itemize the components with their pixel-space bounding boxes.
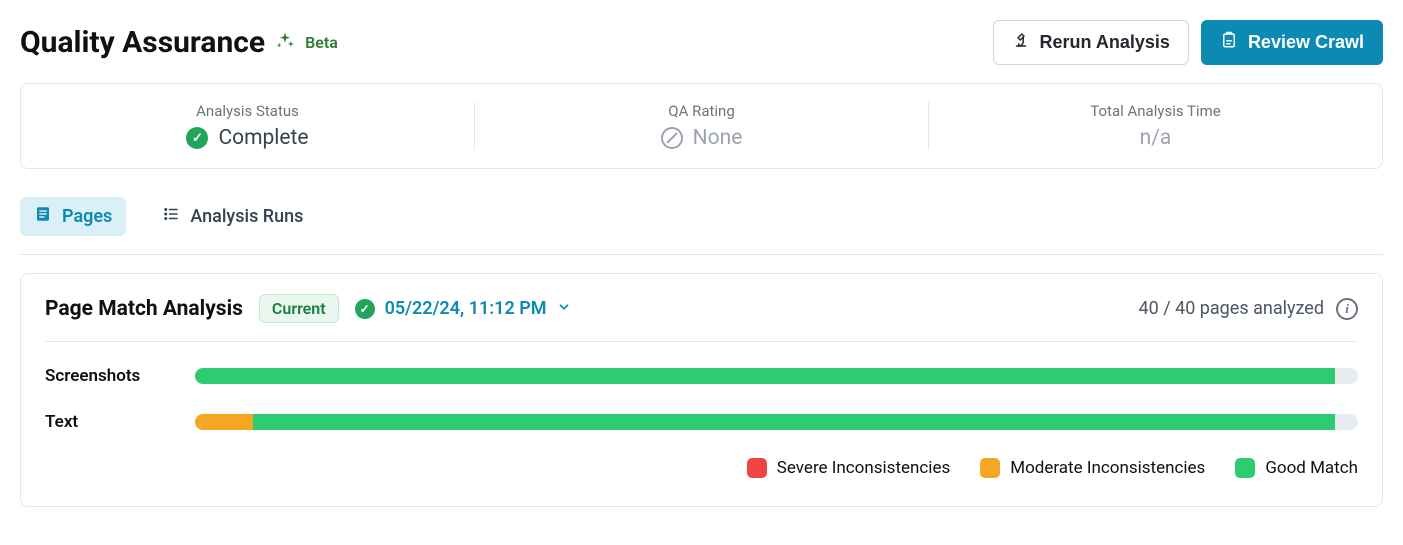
- timestamp-selector[interactable]: ✓ 05/22/24, 11:12 PM: [355, 298, 571, 319]
- none-icon: [661, 127, 683, 149]
- stat-value: n/a: [1140, 126, 1172, 150]
- pages-analyzed-text: 40 / 40 pages analyzed: [1139, 298, 1325, 319]
- rerun-analysis-label: Rerun Analysis: [1040, 32, 1170, 53]
- microscope-icon: [1012, 31, 1030, 54]
- stat-label: Analysis Status: [196, 102, 299, 120]
- check-circle-icon: ✓: [355, 299, 375, 319]
- stat-value: None: [693, 126, 743, 150]
- page-header: Quality Assurance Beta Rerun Analysis Re…: [20, 20, 1383, 65]
- stats-card: Analysis Status ✓ Complete QA Rating Non…: [20, 83, 1383, 169]
- analysis-title: Page Match Analysis: [45, 297, 243, 321]
- analysis-header: Page Match Analysis Current ✓ 05/22/24, …: [45, 294, 1358, 342]
- beta-badge: Beta: [305, 33, 338, 52]
- review-crawl-label: Review Crawl: [1248, 32, 1364, 53]
- bar-label: Text: [45, 412, 175, 432]
- divider: [20, 254, 1383, 255]
- pages-icon: [34, 205, 52, 228]
- bar-track: [195, 368, 1358, 384]
- stat-total-time: Total Analysis Time n/a: [928, 102, 1382, 150]
- timestamp: 05/22/24, 11:12 PM: [385, 298, 547, 319]
- review-crawl-button[interactable]: Review Crawl: [1201, 20, 1383, 65]
- stat-qa-rating: QA Rating None: [474, 102, 928, 150]
- legend-item-good: Good Match: [1235, 458, 1358, 478]
- legend-label: Moderate Inconsistencies: [1010, 458, 1205, 478]
- bar-label: Screenshots: [45, 366, 175, 386]
- pages-analyzed: 40 / 40 pages analyzed i: [1139, 298, 1359, 320]
- bar-row-screenshots: Screenshots: [45, 366, 1358, 386]
- title-group: Quality Assurance Beta: [20, 25, 338, 60]
- tab-analysis-runs[interactable]: Analysis Runs: [148, 197, 317, 236]
- tab-label: Pages: [62, 206, 112, 227]
- stat-analysis-status: Analysis Status ✓ Complete: [21, 102, 474, 150]
- list-icon: [162, 205, 180, 228]
- bar-row-text: Text: [45, 412, 1358, 432]
- current-badge: Current: [259, 294, 339, 323]
- tab-label: Analysis Runs: [190, 206, 303, 227]
- tab-pages[interactable]: Pages: [20, 197, 126, 236]
- chevron-down-icon: [557, 300, 571, 317]
- legend-item-severe: Severe Inconsistencies: [747, 458, 950, 478]
- analysis-card: Page Match Analysis Current ✓ 05/22/24, …: [20, 273, 1383, 507]
- bar-seg-good: [195, 368, 1335, 384]
- legend-item-moderate: Moderate Inconsistencies: [980, 458, 1205, 478]
- actions-group: Rerun Analysis Review Crawl: [993, 20, 1383, 65]
- swatch-moderate: [980, 458, 1000, 478]
- stat-label: Total Analysis Time: [1090, 102, 1220, 120]
- sparkle-icon: [275, 31, 295, 55]
- swatch-severe: [747, 458, 767, 478]
- stat-value: Complete: [218, 126, 308, 150]
- info-icon[interactable]: i: [1336, 298, 1358, 320]
- page-title: Quality Assurance: [20, 25, 265, 60]
- clipboard-icon: [1220, 31, 1238, 54]
- check-circle-icon: ✓: [186, 127, 208, 149]
- rerun-analysis-button[interactable]: Rerun Analysis: [993, 20, 1189, 65]
- stat-label: QA Rating: [668, 102, 735, 120]
- swatch-good: [1235, 458, 1255, 478]
- tabs-row: Pages Analysis Runs: [20, 197, 1383, 236]
- bar-track: [195, 414, 1358, 430]
- bar-seg-moderate: [195, 414, 253, 430]
- legend-label: Severe Inconsistencies: [777, 458, 950, 478]
- legend: Severe Inconsistencies Moderate Inconsis…: [45, 458, 1358, 478]
- bar-seg-good: [253, 414, 1335, 430]
- legend-label: Good Match: [1265, 458, 1358, 478]
